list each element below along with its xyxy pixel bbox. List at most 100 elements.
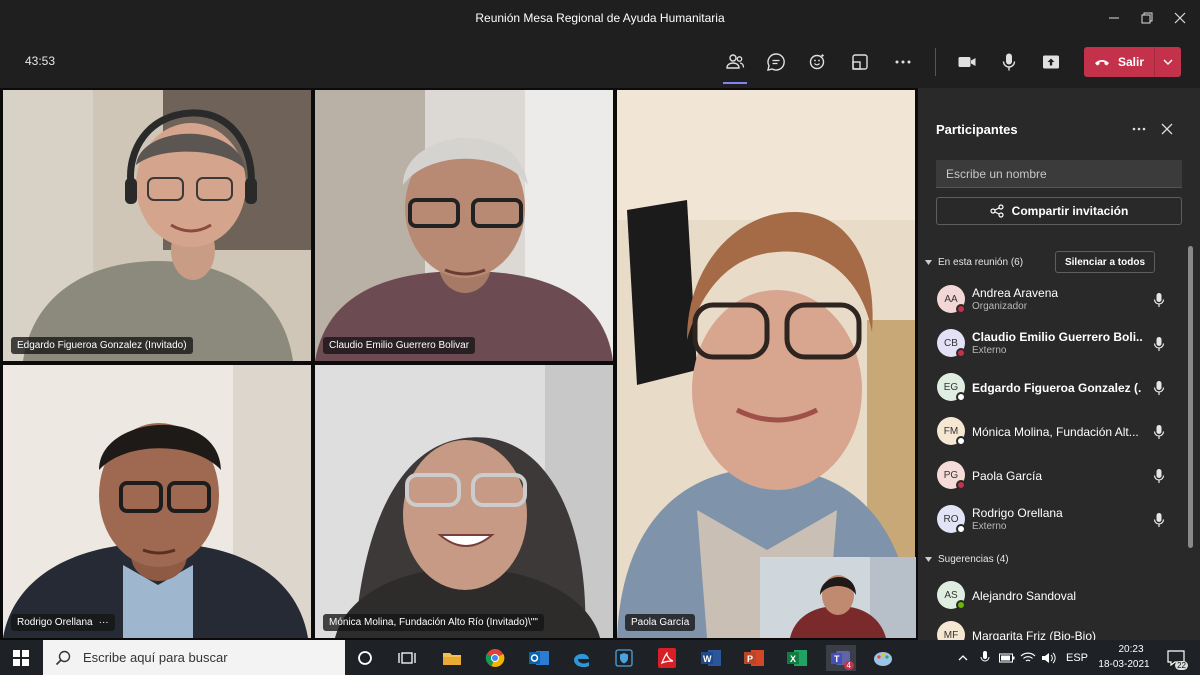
cortana-icon xyxy=(358,651,372,665)
participant-row[interactable]: CB Claudio Emilio Guerrero Boli... Externo xyxy=(918,324,1188,364)
participant-search-input[interactable] xyxy=(936,160,1182,188)
tile-more-icon[interactable]: ··· xyxy=(99,617,109,628)
hang-up-icon xyxy=(1095,60,1109,66)
acrobat-icon[interactable] xyxy=(654,645,680,671)
video-grid: Edgardo Figueroa Gonzalez (Invitado) Cla… xyxy=(0,88,918,640)
volume-icon[interactable] xyxy=(1040,645,1058,671)
share-tray-button[interactable] xyxy=(843,46,877,78)
battery-icon[interactable] xyxy=(998,645,1016,671)
mic-button[interactable] xyxy=(992,46,1026,78)
share-link-icon xyxy=(990,204,1004,218)
video-tile[interactable]: Mónica Molina, Fundación Alto Río (Invit… xyxy=(315,365,613,638)
meeting-timer: 43:53 xyxy=(25,54,56,68)
active-tab-indicator xyxy=(723,82,747,84)
wifi-icon[interactable] xyxy=(1019,645,1037,671)
camera-button[interactable] xyxy=(950,46,984,78)
avatar-initials: FM xyxy=(943,425,959,437)
camera-icon xyxy=(958,57,976,67)
taskbar-search-input[interactable] xyxy=(83,650,333,665)
participant-row[interactable]: EG Edgardo Figueroa Gonzalez (... xyxy=(918,368,1188,408)
chat-button[interactable] xyxy=(759,46,793,78)
avatar-initials: MF xyxy=(943,629,959,641)
task-view-icon xyxy=(398,652,416,664)
reactions-button[interactable] xyxy=(801,46,835,78)
participant-name: Edgardo Figueroa Gonzalez (... xyxy=(972,381,1142,395)
in-meeting-section-header[interactable]: En esta reunión (6) xyxy=(925,257,1023,268)
edge-icon[interactable] xyxy=(568,645,594,671)
clock-time[interactable]: 20:23 xyxy=(1110,644,1152,655)
suggestions-section-header[interactable]: Sugerencias (4) xyxy=(925,554,1009,565)
mic-icon[interactable] xyxy=(1152,468,1166,484)
excel-icon[interactable]: X xyxy=(784,645,810,671)
panel-scrollbar[interactable] xyxy=(1188,246,1193,548)
participant-row[interactable]: PG Paola García xyxy=(918,456,1188,496)
section-label: Sugerencias (4) xyxy=(938,554,1009,565)
task-view-button[interactable] xyxy=(394,645,420,671)
participant-video xyxy=(3,90,311,361)
mic-icon[interactable] xyxy=(1152,512,1166,528)
notifications-button[interactable]: 22 xyxy=(1163,645,1189,671)
share-screen-button[interactable] xyxy=(1034,46,1068,78)
close-window-button[interactable] xyxy=(1160,0,1200,36)
participant-video xyxy=(315,365,613,638)
participant-row[interactable]: FM Mónica Molina, Fundación Alt... xyxy=(918,412,1188,452)
self-video-preview[interactable] xyxy=(760,557,916,638)
chevron-down-icon xyxy=(1163,59,1173,65)
participant-row[interactable]: AS Alejandro Sandoval xyxy=(918,576,1188,616)
file-explorer-icon[interactable] xyxy=(439,645,465,671)
cortana-button[interactable] xyxy=(352,645,378,671)
participant-video xyxy=(315,90,613,361)
mic-icon[interactable] xyxy=(1152,424,1166,440)
participant-row[interactable]: AA Andrea Aravena Organizador xyxy=(918,280,1188,320)
toolbar-divider xyxy=(935,48,936,76)
mic-icon[interactable] xyxy=(1152,292,1166,308)
leave-button[interactable]: Salir xyxy=(1084,47,1181,77)
word-icon[interactable]: W xyxy=(698,645,724,671)
search-icon xyxy=(55,650,71,665)
tray-chevron-icon[interactable] xyxy=(955,645,971,671)
more-actions-button[interactable] xyxy=(886,46,920,78)
mute-all-button[interactable]: Silenciar a todos xyxy=(1055,251,1155,273)
participant-name: Claudio Emilio Guerrero Boli... xyxy=(972,330,1142,344)
mic-icon[interactable] xyxy=(1152,380,1166,396)
avatar-initials: RO xyxy=(943,513,959,525)
paint-icon[interactable] xyxy=(870,645,896,671)
outlook-icon[interactable] xyxy=(526,645,552,671)
share-tray-icon xyxy=(852,54,868,70)
mic-icon[interactable] xyxy=(1152,336,1166,352)
participant-name: Paola García xyxy=(972,469,1043,483)
participant-role: Externo xyxy=(972,345,1007,356)
participant-name: Paola García xyxy=(631,617,690,628)
panel-more-button[interactable] xyxy=(1128,118,1150,140)
video-tile[interactable]: Paola García xyxy=(617,90,915,638)
panel-close-button[interactable] xyxy=(1156,118,1178,140)
teams-icon[interactable]: T 4 xyxy=(826,645,856,671)
video-tile[interactable]: Claudio Emilio Guerrero Bolivar xyxy=(315,90,613,361)
participants-button[interactable] xyxy=(718,46,752,78)
video-tile[interactable]: Rodrigo Orellana ··· xyxy=(3,365,311,638)
more-icon xyxy=(1132,127,1146,131)
participant-row[interactable]: RO Rodrigo Orellana Externo xyxy=(918,500,1188,540)
leave-options-button[interactable] xyxy=(1155,59,1181,65)
participant-name-label: Rodrigo Orellana ··· xyxy=(11,614,115,631)
title-bar: Reunión Mesa Regional de Ayuda Humanitar… xyxy=(0,0,1200,36)
video-tile[interactable]: Edgardo Figueroa Gonzalez (Invitado) xyxy=(3,90,311,361)
participant-name: Andrea Aravena xyxy=(972,286,1059,300)
leave-main[interactable]: Salir xyxy=(1084,55,1154,69)
clock-date[interactable]: 18-03-2021 xyxy=(1096,659,1152,670)
start-button[interactable] xyxy=(8,645,34,671)
share-invite-button[interactable]: Compartir invitación xyxy=(936,197,1182,225)
taskbar: W P X T 4 ESP 20:23 18-03-2021 22 xyxy=(0,640,1200,675)
share-icon xyxy=(1043,55,1059,69)
powerpoint-icon[interactable]: P xyxy=(741,645,767,671)
defender-icon[interactable] xyxy=(611,645,637,671)
self-video xyxy=(760,557,916,638)
language-indicator[interactable]: ESP xyxy=(1066,652,1088,664)
participant-name: Edgardo Figueroa Gonzalez (Invitado) xyxy=(17,340,187,351)
notification-count: 22 xyxy=(1175,661,1188,670)
participant-name: Rodrigo Orellana xyxy=(972,506,1063,520)
taskbar-search[interactable] xyxy=(43,640,345,675)
chrome-icon[interactable] xyxy=(482,645,508,671)
participant-name-label: Claudio Emilio Guerrero Bolivar xyxy=(323,337,476,354)
tray-mic-icon[interactable] xyxy=(976,645,994,671)
